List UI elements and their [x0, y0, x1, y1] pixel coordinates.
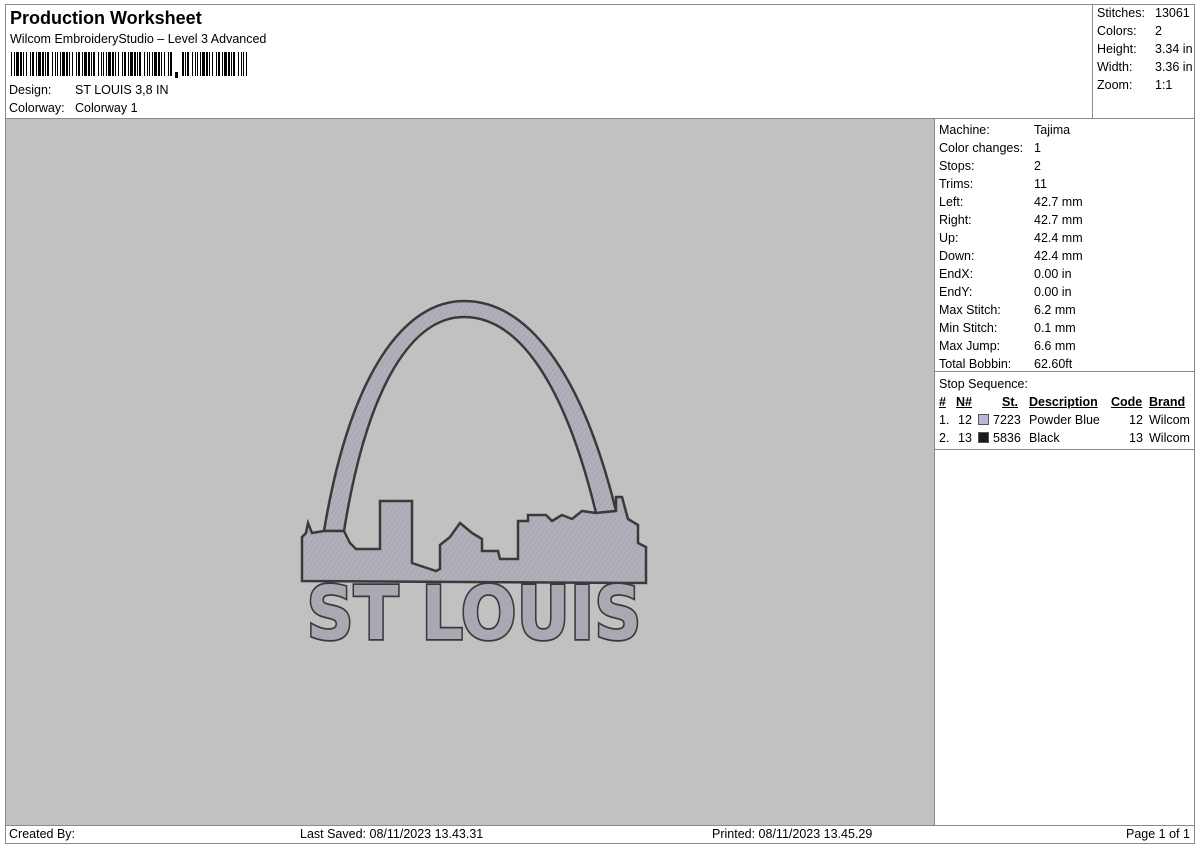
- info-divider: [935, 371, 1194, 372]
- info-row: Right: 42.7 mm: [939, 213, 1083, 231]
- col-header-needle: N#: [956, 395, 972, 409]
- info-label: Max Stitch:: [939, 303, 1001, 317]
- barcode-icon: [11, 52, 247, 78]
- info-row: Min Stitch: 0.1 mm: [939, 321, 1076, 339]
- page-title: Production Worksheet: [10, 8, 202, 28]
- info-label: Right:: [939, 213, 972, 227]
- summary-row: Stitches: 13061: [1097, 6, 1190, 20]
- info-row: EndX: 0.00 in: [939, 267, 1072, 285]
- last-saved: Last Saved: 08/11/2023 13.43.31: [300, 827, 484, 841]
- stop-sequence-title: Stop Sequence:: [939, 377, 1028, 391]
- info-row: Trims: 11: [939, 177, 1047, 195]
- worksheet-footer: Created By: Last Saved: 08/11/2023 13.43…: [6, 825, 1194, 843]
- table-row-description: Black: [1029, 431, 1060, 445]
- table-divider: [935, 449, 1194, 450]
- info-value: 11: [1034, 177, 1047, 191]
- info-label: Up:: [939, 231, 959, 245]
- design-label: Design:: [9, 83, 52, 97]
- arch-shape: [322, 299, 618, 533]
- design-preview: ST LOUIS: [300, 299, 648, 659]
- table-row-brand: Wilcom: [1149, 431, 1190, 445]
- table-row-needle: 12: [958, 413, 972, 427]
- info-row: Max Jump: 6.6 mm: [939, 339, 1076, 357]
- machine-info-panel: Machine: Tajima Color changes: 1 Stops: 2 Trim…: [935, 119, 1194, 825]
- info-value: 0.00 in: [1034, 285, 1072, 299]
- info-row: Total Bobbin: 62.60ft: [939, 357, 1072, 375]
- info-row: Up: 42.4 mm: [939, 231, 1083, 249]
- design-text: ST LOUIS: [307, 571, 642, 657]
- table-row-code: 13: [1129, 431, 1143, 445]
- printed-date: Printed: 08/11/2023 13.45.29: [712, 827, 873, 841]
- col-header-stitches: St.: [1002, 395, 1018, 409]
- color-swatch: [978, 414, 989, 425]
- info-label: Total Bobbin:: [939, 357, 1012, 371]
- table-row-brand: Wilcom: [1149, 413, 1190, 427]
- worksheet-header: Production Worksheet Wilcom EmbroiderySt…: [6, 5, 1092, 119]
- summary-row: Height: 3.34 in: [1097, 42, 1193, 56]
- design-canvas[interactable]: ST LOUIS: [6, 119, 935, 825]
- info-row: Color changes: 1: [939, 141, 1041, 159]
- col-header-brand: Brand: [1149, 395, 1186, 409]
- info-label: Max Jump:: [939, 339, 1001, 353]
- info-value: 42.4 mm: [1034, 249, 1083, 263]
- table-row-num: 2.: [939, 431, 950, 445]
- info-label: Color changes:: [939, 141, 1024, 155]
- info-label: Down:: [939, 249, 975, 263]
- table-row-num: 1.: [939, 413, 950, 427]
- table-row-code: 12: [1129, 413, 1143, 427]
- info-value: 2: [1034, 159, 1041, 173]
- info-row: EndY: 0.00 in: [939, 285, 1072, 303]
- info-label: Min Stitch:: [939, 321, 998, 335]
- col-header-code: Code: [1111, 395, 1143, 409]
- info-value: Tajima: [1034, 123, 1071, 137]
- colorway-label: Colorway:: [9, 101, 65, 115]
- info-row: Max Stitch: 6.2 mm: [939, 303, 1076, 321]
- table-row-needle: 13: [958, 431, 972, 445]
- col-header-description: Description: [1029, 395, 1098, 409]
- col-header-num: #: [939, 395, 946, 409]
- worksheet-frame: Production Worksheet Wilcom EmbroiderySt…: [5, 4, 1195, 844]
- software-name: Wilcom EmbroideryStudio – Level 3 Advanc…: [10, 32, 267, 46]
- info-row: Stops: 2: [939, 159, 1041, 177]
- info-value: 42.7 mm: [1034, 213, 1083, 227]
- info-label: EndY:: [939, 285, 973, 299]
- info-row: Down: 42.4 mm: [939, 249, 1083, 267]
- table-row-description: Powder Blue: [1029, 413, 1100, 427]
- colorway-row: Colorway: Colorway 1: [9, 101, 138, 115]
- table-row-stitches: 5836: [993, 431, 1021, 445]
- info-value: 1: [1034, 141, 1041, 155]
- info-label: Machine:: [939, 123, 990, 137]
- info-value: 6.6 mm: [1034, 339, 1076, 353]
- design-value: ST LOUIS 3,8 IN: [75, 83, 169, 97]
- created-by: Created By:: [9, 827, 76, 841]
- design-row: Design: ST LOUIS 3,8 IN: [9, 83, 169, 97]
- info-value: 0.1 mm: [1034, 321, 1076, 335]
- info-label: Stops:: [939, 159, 975, 173]
- info-value: 62.60ft: [1034, 357, 1073, 371]
- info-value: 6.2 mm: [1034, 303, 1076, 317]
- color-swatch: [978, 432, 989, 443]
- info-row: Left: 42.7 mm: [939, 195, 1083, 213]
- summary-panel: Stitches: 13061 Colors: 2 Height: 3.34 in W…: [1092, 5, 1195, 119]
- summary-row: Colors: 2: [1097, 24, 1162, 38]
- info-label: Left:: [939, 195, 964, 209]
- info-value: 0.00 in: [1034, 267, 1072, 281]
- info-value: 42.4 mm: [1034, 231, 1083, 245]
- table-row-stitches: 7223: [993, 413, 1021, 427]
- colorway-value: Colorway 1: [75, 101, 138, 115]
- summary-row: Width: 3.36 in: [1097, 60, 1193, 74]
- info-row: Machine: Tajima: [939, 123, 1070, 141]
- info-label: EndX:: [939, 267, 974, 281]
- info-value: 42.7 mm: [1034, 195, 1083, 209]
- summary-row: Zoom: 1:1: [1097, 78, 1173, 92]
- page-number: Page 1 of 1: [1126, 827, 1190, 841]
- info-label: Trims:: [939, 177, 974, 191]
